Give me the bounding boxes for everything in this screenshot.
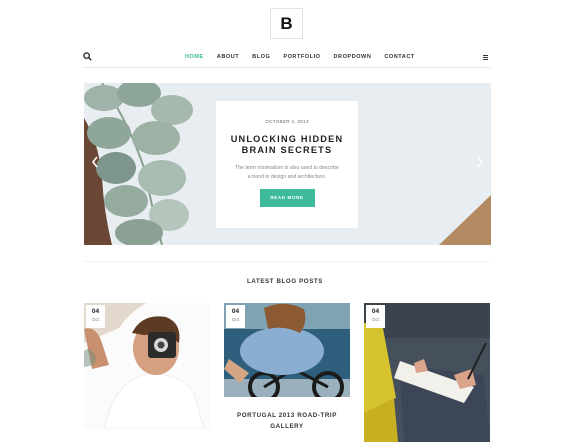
- read-more-button[interactable]: READ MORE: [259, 189, 315, 207]
- post-title[interactable]: PORTUGAL 2013 ROAD-TRIP GALLERY: [224, 410, 350, 432]
- section-divider: [84, 261, 491, 262]
- nav-item-portfolio[interactable]: PORTFOLIO: [283, 54, 320, 60]
- chevron-right-icon[interactable]: [475, 155, 485, 169]
- hero-slider: OCTOBER 4, 2013 UNLOCKING HIDDEN BRAIN S…: [84, 83, 491, 245]
- hamburger-icon[interactable]: [483, 55, 488, 60]
- date-badge: 04 Oct: [366, 305, 385, 328]
- hero-excerpt: The term minimalism is also used to desc…: [235, 165, 339, 180]
- main-nav: HOME ABOUT BLOG PORTFOLIO DROPDOWN CONTA…: [83, 48, 491, 68]
- date-badge: 04 Oct: [86, 305, 105, 328]
- blog-post-card[interactable]: 04 Oct: [364, 303, 490, 442]
- menu-items: HOME ABOUT BLOG PORTFOLIO DROPDOWN CONTA…: [185, 54, 428, 60]
- search-icon[interactable]: [83, 52, 92, 61]
- blog-post-card[interactable]: 04 Oct: [84, 303, 210, 429]
- site-logo[interactable]: B: [270, 8, 303, 39]
- nav-item-contact[interactable]: CONTACT: [384, 54, 414, 60]
- logo-letter: B: [280, 13, 293, 33]
- hero-card: OCTOBER 4, 2013 UNLOCKING HIDDEN BRAIN S…: [216, 101, 358, 228]
- hero-title: UNLOCKING HIDDEN BRAIN SECRETS: [230, 134, 344, 155]
- hero-date: OCTOBER 4, 2013: [265, 119, 309, 124]
- nav-item-home[interactable]: HOME: [185, 54, 204, 60]
- nav-item-about[interactable]: ABOUT: [217, 54, 239, 60]
- chevron-left-icon[interactable]: [90, 155, 100, 169]
- blog-post-card[interactable]: 04 Oct: [224, 303, 350, 397]
- nav-item-blog[interactable]: BLOG: [252, 54, 270, 60]
- section-title: LATEST BLOG POSTS: [246, 278, 324, 285]
- nav-item-dropdown[interactable]: DROPDOWN: [333, 54, 371, 60]
- date-badge: 04 Oct: [226, 305, 245, 328]
